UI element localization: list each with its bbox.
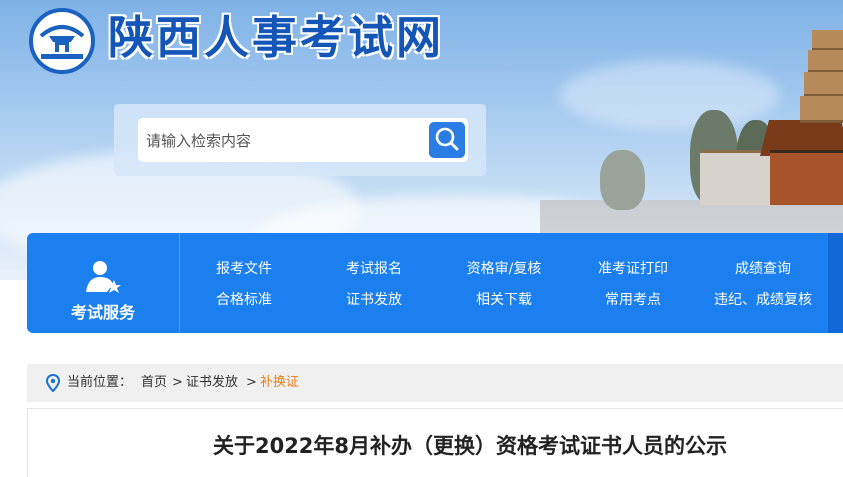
nav-edge [828, 233, 843, 333]
nav-item-admission-ticket[interactable]: 准考证打印 [598, 258, 668, 278]
site-logo-icon[interactable] [29, 8, 95, 74]
banner-pagoda [800, 96, 843, 123]
breadcrumb-home[interactable]: 首页 [141, 374, 167, 392]
nav-item-violation-review[interactable]: 违纪、成绩复核 [714, 289, 812, 309]
nav-item-score-query[interactable]: 成绩查询 [735, 258, 791, 278]
nav-item-qualification-review[interactable]: 资格审/复核 [467, 258, 542, 278]
banner-pagoda [804, 72, 843, 97]
breadcrumb: 当前位置： 首页 > 证书发放 > 补换证 [27, 364, 843, 402]
banner-pagoda [808, 50, 843, 73]
banner-building [770, 150, 843, 205]
banner-building [700, 150, 770, 205]
banner-cloud [560, 60, 780, 130]
search-box [138, 118, 468, 164]
breadcrumb-certificate-issue[interactable]: 证书发放 [186, 374, 238, 392]
search-panel [114, 104, 486, 176]
banner-tree [600, 150, 645, 210]
banner-pagoda [812, 30, 843, 51]
nav-item-exam-sites[interactable]: 常用考点 [605, 289, 661, 309]
nav-item-certificate-issue[interactable]: 证书发放 [346, 289, 402, 309]
breadcrumb-label: 当前位置： [67, 375, 133, 390]
article-title: 关于2022年8月补办（更换）资格考试证书人员的公示 [212, 434, 728, 458]
search-input[interactable] [144, 118, 418, 164]
exam-service-label: 考试服务 [70, 303, 135, 322]
nav-item-pass-standard[interactable]: 合格标准 [216, 289, 272, 309]
search-button[interactable] [429, 122, 465, 158]
breadcrumb-separator: > [246, 375, 257, 390]
nav-item-downloads[interactable]: 相关下载 [476, 289, 532, 309]
main-nav: 考试服务 报考文件 考试报名 资格审/复核 准考证打印 成绩查询 合格标准 证书… [27, 233, 843, 333]
search-icon [435, 127, 459, 151]
nav-item-registration-docs[interactable]: 报考文件 [216, 258, 272, 278]
location-pin-icon [46, 374, 60, 392]
nav-item-exam-signup[interactable]: 考试报名 [346, 258, 402, 278]
breadcrumb-current[interactable]: 补换证 [260, 374, 299, 392]
site-title[interactable]: 陕西人事考试网 [108, 8, 444, 68]
breadcrumb-separator: > [172, 375, 183, 390]
person-star-icon [86, 261, 121, 293]
nav-divider [179, 233, 180, 333]
